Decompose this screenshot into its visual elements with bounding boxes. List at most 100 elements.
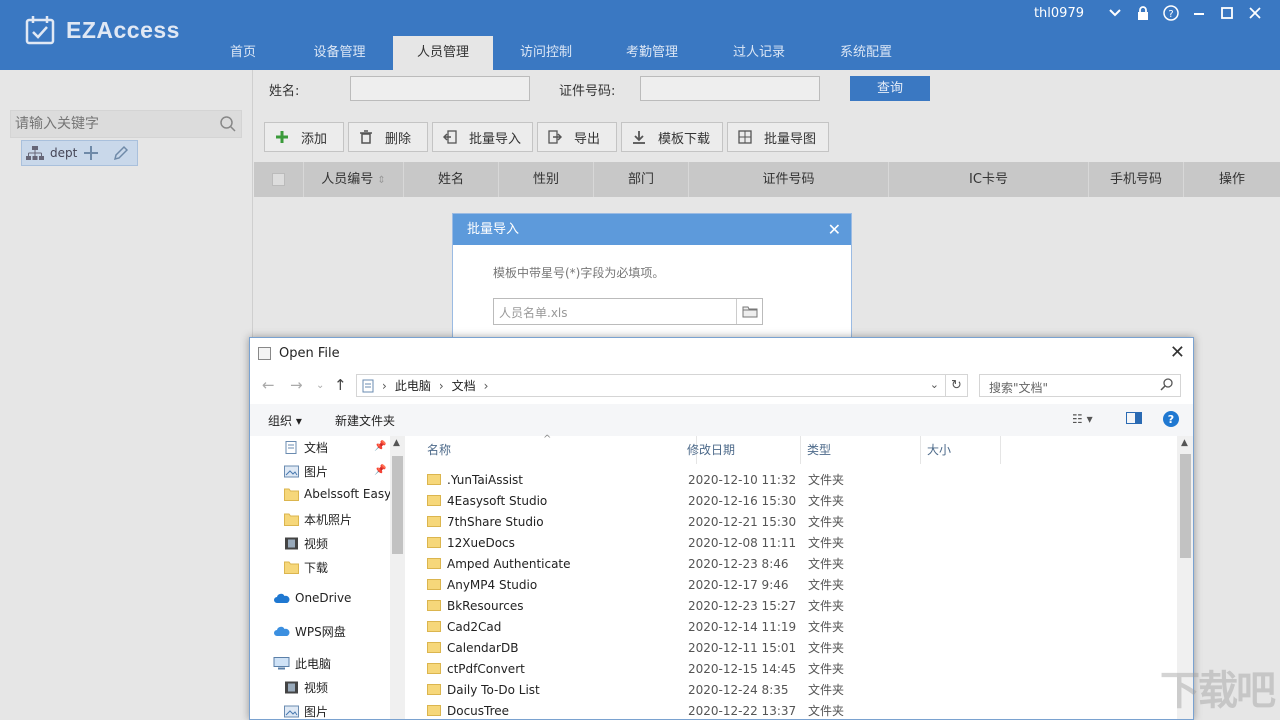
pin-icon[interactable]: 📌 (374, 465, 386, 476)
file-row[interactable]: CalendarDB2020-12-11 15:01文件夹 (427, 637, 518, 658)
file-row[interactable]: ctPdfConvert2020-12-15 14:45文件夹 (427, 658, 525, 679)
dept-search-input[interactable] (11, 111, 211, 137)
tab-pass-records[interactable]: 过人记录 (705, 36, 813, 70)
address-bar[interactable]: › 此电脑 › 文档 › ⌄ ↻ (356, 374, 968, 397)
file-row[interactable]: 4Easysoft Studio2020-12-16 15:30文件夹 (427, 490, 547, 511)
add-dept-icon[interactable] (83, 145, 99, 161)
up-arrow-icon[interactable]: ↑ (334, 376, 347, 394)
breadcrumb-documents[interactable]: 文档 (452, 377, 476, 394)
file-row[interactable]: Daily To-Do List2020-12-24 8:35文件夹 (427, 679, 540, 700)
col-header-size[interactable]: 大小 (921, 436, 1001, 464)
import-icon (443, 130, 457, 144)
nav-item-abelssoft[interactable]: Abelssoft Easy (284, 487, 391, 501)
col-header-name[interactable]: 名称^ (421, 436, 697, 464)
batch-import-button[interactable]: 批量导入 (432, 122, 533, 152)
name-filter-input[interactable] (350, 76, 530, 101)
nav-item-onedrive[interactable]: OneDrive (273, 591, 351, 605)
file-row[interactable]: BkResources2020-12-23 15:27文件夹 (427, 595, 523, 616)
col-header-modified[interactable]: 修改日期 (681, 436, 801, 464)
breadcrumb-this-pc[interactable]: 此电脑 (395, 377, 431, 394)
nav-item-pc-videos[interactable]: 视频 (284, 679, 328, 696)
edit-dept-icon[interactable] (113, 145, 129, 161)
scroll-up-icon[interactable]: ▲ (393, 438, 400, 448)
nav-item-label: WPS网盘 (295, 623, 346, 640)
file-path-field[interactable]: 人员名单.xls (493, 298, 763, 325)
nav-item-wps-cloud[interactable]: WPS网盘 (273, 623, 346, 640)
add-button[interactable]: 添加 (264, 122, 344, 152)
file-row[interactable]: AnyMP4 Studio2020-12-17 9:46文件夹 (427, 574, 537, 595)
nav-item-videos[interactable]: 视频 (284, 535, 328, 552)
batch-import-image-button[interactable]: 批量导图 (727, 122, 829, 152)
dialog-close-icon[interactable]: ✕ (1170, 342, 1185, 363)
sort-icon: ⇕ (377, 175, 385, 186)
scroll-up-icon[interactable]: ▲ (1181, 438, 1188, 448)
export-button[interactable]: 导出 (537, 122, 617, 152)
modal-close-icon[interactable]: ✕ (828, 214, 841, 245)
help-icon[interactable]: ? (1160, 2, 1182, 24)
nav-item-label: 本机照片 (304, 511, 352, 528)
file-row[interactable]: DocusTree2020-12-22 13:37文件夹 (427, 700, 509, 720)
file-row[interactable]: .YunTaiAssist2020-12-10 11:32文件夹 (427, 469, 523, 490)
file-date: 2020-12-15 14:45 (688, 662, 796, 676)
dept-sidebar: dept (0, 70, 253, 720)
folder-icon (427, 684, 441, 695)
nav-item-pictures[interactable]: 图片 (284, 463, 328, 480)
app-name: EZAccess (66, 17, 180, 44)
file-type: 文件夹 (808, 534, 844, 551)
file-row[interactable]: 7thShare Studio2020-12-21 15:30文件夹 (427, 511, 544, 532)
col-phone: 手机号码 (1089, 162, 1184, 197)
view-options-icon[interactable]: ☷ ▾ (1072, 412, 1093, 426)
refresh-icon[interactable]: ↻ (945, 375, 967, 396)
export-icon (548, 130, 562, 144)
forward-arrow-icon[interactable]: → (290, 376, 303, 394)
template-download-button[interactable]: 模板下载 (621, 122, 723, 152)
col-person-id[interactable]: 人员编号 ⇕ (304, 162, 404, 197)
chevron-down-icon[interactable] (1104, 2, 1126, 24)
dept-tree-node[interactable]: dept (21, 140, 138, 166)
address-dropdown-icon[interactable]: ⌄ (930, 378, 939, 391)
nav-item-local-photos[interactable]: 本机照片 (284, 511, 352, 528)
folder-icon (427, 474, 441, 485)
browse-folder-icon[interactable] (736, 299, 762, 324)
organize-menu[interactable]: 组织 ▾ (268, 412, 302, 429)
minimize-icon[interactable] (1188, 2, 1210, 24)
file-row[interactable]: Cad2Cad2020-12-14 11:19文件夹 (427, 616, 501, 637)
lock-icon[interactable] (1132, 2, 1154, 24)
query-button[interactable]: 查询 (850, 76, 930, 101)
file-row[interactable]: Amped Authenticate2020-12-23 8:46文件夹 (427, 553, 571, 574)
tab-home[interactable]: 首页 (200, 36, 286, 70)
nav-item-pc-pictures[interactable]: 图片 (284, 703, 328, 720)
nav-item-documents[interactable]: 文档 (284, 439, 328, 456)
file-row[interactable]: 12XueDocs2020-12-08 11:11文件夹 (427, 532, 515, 553)
col-header-type[interactable]: 类型 (801, 436, 921, 464)
pin-icon[interactable]: 📌 (374, 441, 386, 452)
file-name: DocusTree (447, 704, 509, 718)
file-date: 2020-12-24 8:35 (688, 683, 789, 697)
nav-item-this-pc[interactable]: 此电脑 (273, 655, 331, 672)
tab-device-management[interactable]: 设备管理 (286, 36, 393, 70)
delete-button[interactable]: 删除 (348, 122, 428, 152)
new-folder-button[interactable]: 新建文件夹 (335, 412, 395, 429)
file-date: 2020-12-14 11:19 (688, 620, 796, 634)
preview-pane-icon[interactable] (1126, 412, 1142, 427)
tab-attendance[interactable]: 考勤管理 (599, 36, 705, 70)
nav-item-downloads[interactable]: 下载 (284, 559, 328, 576)
close-icon[interactable] (1244, 2, 1266, 24)
id-filter-input[interactable] (640, 76, 820, 101)
maximize-icon[interactable] (1216, 2, 1238, 24)
back-arrow-icon[interactable]: ← (262, 376, 275, 394)
batch-import-image-label: 批量导图 (764, 128, 816, 147)
select-all-checkbox[interactable] (254, 162, 304, 197)
tab-system-config[interactable]: 系统配置 (813, 36, 919, 70)
help-icon[interactable]: ? (1162, 410, 1180, 431)
search-icon[interactable] (219, 115, 237, 133)
file-scroll-thumb[interactable] (1180, 454, 1191, 558)
recent-chevron-icon[interactable]: ⌄ (316, 380, 324, 391)
app-logo: EZAccess (24, 14, 180, 46)
tab-personnel-management[interactable]: 人员管理 (393, 36, 493, 70)
folder-icon (427, 705, 441, 716)
dialog-search-input[interactable]: 搜索"文档" (979, 374, 1181, 397)
nav-pane-scrollbar[interactable]: ▲ (390, 436, 405, 720)
nav-scroll-thumb[interactable] (392, 456, 403, 554)
tab-access-control[interactable]: 访问控制 (493, 36, 599, 70)
